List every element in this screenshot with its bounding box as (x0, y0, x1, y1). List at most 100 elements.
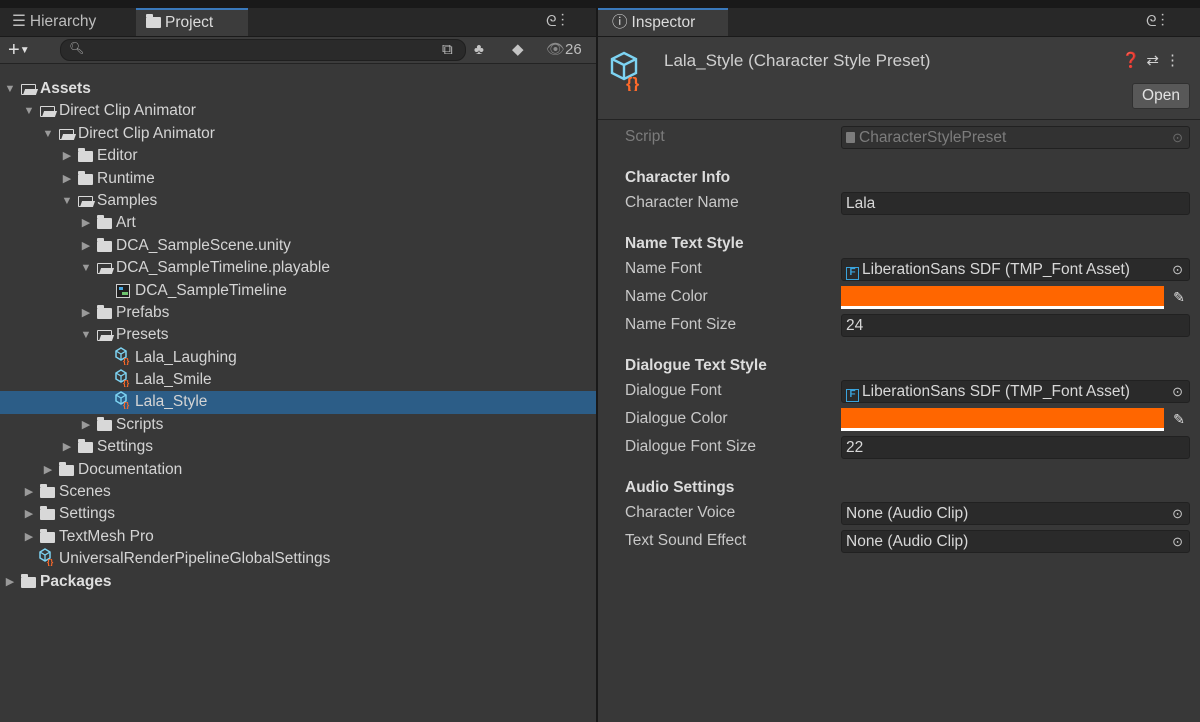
project-toolbar: +▼ 🔍︎ ⧉ ♣ ◆ 👁︎26 (0, 37, 596, 64)
tree-folder-row[interactable]: ▶ Packages (0, 571, 596, 593)
hierarchy-list-icon: ☰ (12, 13, 26, 30)
eyedropper-icon[interactable]: ✎ (1171, 408, 1187, 431)
kebab-menu-icon[interactable]: ⋮ (1165, 52, 1186, 69)
panel-lock-and-menu[interactable]: ᘓ⋮ (546, 8, 568, 36)
expanded-arrow-icon[interactable]: ▼ (42, 123, 54, 145)
tab-inspector[interactable]: ⓘ Inspector (598, 8, 728, 36)
eyedropper-icon[interactable]: ✎ (1171, 286, 1187, 309)
inspector-lock-and-menu[interactable]: ᘓ⋮ (1146, 8, 1168, 36)
tree-folder-row[interactable]: ▶ Prefabs (0, 302, 596, 324)
tree-item-label: Scripts (116, 415, 164, 433)
tree-folder-row[interactable]: ▶ TextMesh Pro (0, 526, 596, 548)
collapsed-arrow-icon[interactable]: ▶ (61, 436, 73, 458)
tree-folder-row[interactable]: ▼ Presets (0, 324, 596, 346)
tree-folder-row[interactable]: ▶ Runtime (0, 168, 596, 190)
text-sound-effect-field[interactable]: None (Audio Clip) ⊙ (841, 530, 1190, 553)
tree-folder-row[interactable]: ▼ Samples (0, 190, 596, 212)
open-button[interactable]: Open (1132, 83, 1190, 109)
object-picker-icon[interactable]: ⊙ (1172, 531, 1183, 552)
tree-item-label: Lala_Smile (135, 371, 212, 389)
name-color-swatch[interactable] (841, 286, 1164, 309)
name-font-size-label: Name Font Size (625, 316, 737, 333)
tree-folder-row[interactable]: ▶ Documentation (0, 459, 596, 481)
tree-folder-row[interactable]: ▼ DCA_SampleTimeline.playable (0, 257, 596, 279)
character-voice-field[interactable]: None (Audio Clip) ⊙ (841, 502, 1190, 525)
object-picker-icon[interactable]: ⊙ (1172, 381, 1183, 402)
dialogue-font-field[interactable]: F LiberationSans SDF (TMP_Font Asset) ⊙ (841, 380, 1190, 403)
collapsed-arrow-icon[interactable]: ▶ (80, 235, 92, 257)
object-picker-icon[interactable]: ⊙ (1172, 259, 1183, 280)
collapsed-arrow-icon[interactable]: ▶ (80, 414, 92, 436)
search-input[interactable]: 🔍︎ (60, 39, 466, 61)
hidden-packages-toggle[interactable]: 👁︎26 (546, 37, 582, 63)
create-asset-button[interactable]: +▼ (8, 37, 30, 63)
folder-icon (58, 459, 74, 481)
tree-asset-row[interactable]: {} UniversalRenderPipelineGlobalSettings (0, 548, 596, 570)
collapsed-arrow-icon[interactable]: ▶ (80, 212, 92, 234)
tree-asset-row[interactable]: {} Lala_Smile (0, 369, 596, 391)
tree-folder-row[interactable]: ▶ Settings (0, 503, 596, 525)
lock-icon[interactable]: ᘓ (1146, 13, 1161, 30)
filter-by-label-icon[interactable]: ◆ (512, 37, 524, 63)
folder-open-icon (96, 324, 112, 346)
tree-folder-row[interactable]: ▼ Direct Clip Animator (0, 123, 596, 145)
tree-folder-row[interactable]: ▶ DCA_SampleScene.unity (0, 235, 596, 257)
lock-icon[interactable]: ᘓ (546, 13, 561, 30)
tree-asset-row[interactable]: DCA_SampleTimeline (0, 280, 596, 302)
dialogue-color-swatch[interactable] (841, 408, 1164, 431)
expanded-arrow-icon[interactable]: ▼ (61, 190, 73, 212)
tree-folder-row[interactable]: ▼ Direct Clip Animator (0, 100, 596, 122)
tree-asset-row[interactable]: {} Lala_Laughing (0, 346, 596, 369)
collapsed-arrow-icon[interactable]: ▶ (61, 168, 73, 190)
tree-asset-row[interactable]: {} Lala_Style (0, 391, 596, 414)
tree-item-label: TextMesh Pro (59, 527, 154, 545)
preset-asset-icon: {} (39, 548, 55, 572)
tree-item-label: Assets (40, 80, 91, 97)
expanded-arrow-icon[interactable]: ▼ (80, 257, 92, 279)
name-font-field[interactable]: F LiberationSans SDF (TMP_Font Asset) ⊙ (841, 258, 1190, 281)
expanded-arrow-icon[interactable]: ▼ (23, 100, 35, 122)
script-field: CharacterStylePreset ⊙ (841, 126, 1190, 149)
folder-icon (96, 235, 112, 257)
dialogue-font-size-field[interactable]: 22 (841, 436, 1190, 459)
character-name-field[interactable]: Lala (841, 192, 1190, 215)
tree-folder-row[interactable]: ▶ Settings (0, 436, 596, 458)
help-icon[interactable]: ❓ (1122, 52, 1147, 69)
expanded-arrow-icon[interactable]: ▼ (4, 78, 16, 100)
collapsed-arrow-icon[interactable]: ▶ (61, 145, 73, 167)
collapsed-arrow-icon[interactable]: ▶ (23, 526, 35, 548)
tab-project[interactable]: Project (136, 8, 248, 36)
tree-item-label: Lala_Laughing (135, 348, 237, 366)
expanded-arrow-icon[interactable]: ▼ (80, 324, 92, 346)
folder-open-icon (39, 100, 55, 122)
presets-icon[interactable]: ⇄ (1146, 52, 1165, 69)
collapsed-arrow-icon[interactable]: ▶ (4, 571, 16, 593)
tree-item-label: Scenes (59, 483, 111, 501)
collapsed-arrow-icon[interactable]: ▶ (23, 481, 35, 503)
svg-text:{}: {} (123, 401, 129, 409)
name-font-size-field[interactable]: 24 (841, 314, 1190, 337)
tree-folder-row[interactable]: ▼ Assets (0, 78, 596, 100)
collapsed-arrow-icon[interactable]: ▶ (23, 503, 35, 525)
project-tree: ▼ Assets ▼ Direct Clip Animator ▼ Direct Clip… (0, 78, 596, 593)
folder-icon (39, 503, 55, 525)
folder-icon (77, 436, 93, 458)
filter-by-type-icon[interactable]: ♣ (474, 37, 484, 63)
search-by-type-icon[interactable]: ⧉ (442, 37, 453, 63)
kebab-menu-icon[interactable]: ⋮ (561, 13, 569, 30)
kebab-menu-icon[interactable]: ⋮ (1161, 13, 1169, 30)
tree-folder-row[interactable]: ▶ Art (0, 212, 596, 234)
text-sound-effect-label: Text Sound Effect (625, 532, 747, 549)
dropdown-arrow-icon: ▼ (19, 45, 30, 56)
tree-item-label: Settings (97, 438, 154, 456)
tree-item-label: Settings (59, 505, 116, 523)
object-picker-icon[interactable]: ⊙ (1172, 503, 1183, 524)
tree-folder-row[interactable]: ▶ Scripts (0, 414, 596, 436)
collapsed-arrow-icon[interactable]: ▶ (42, 459, 54, 481)
tab-hierarchy[interactable]: ☰ Hierarchy (12, 8, 122, 36)
inspector-header: {} Lala_Style (Character Style Preset) ❓… (598, 37, 1200, 120)
collapsed-arrow-icon[interactable]: ▶ (80, 302, 92, 324)
tree-folder-row[interactable]: ▶ Scenes (0, 481, 596, 503)
tree-folder-row[interactable]: ▶ Editor (0, 145, 596, 167)
search-icon: 🔍︎ (69, 41, 85, 55)
